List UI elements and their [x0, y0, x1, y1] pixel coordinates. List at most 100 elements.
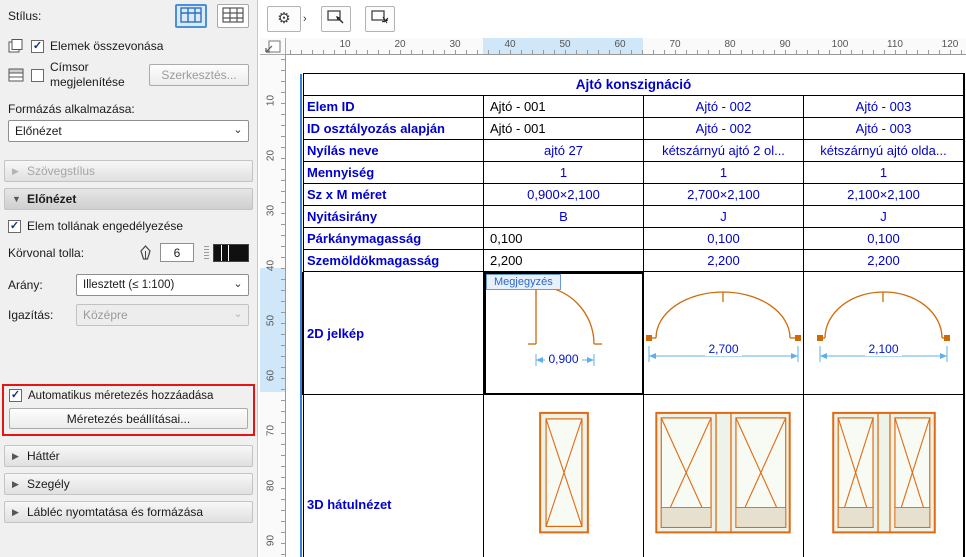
table-cell[interactable]: Ajtó - 003: [804, 96, 964, 118]
table-cell[interactable]: 1: [804, 162, 964, 184]
table-cell[interactable]: 2,100×2,100: [804, 184, 964, 206]
row-label[interactable]: Sz x M méret: [304, 184, 484, 206]
style-label: Stílus:: [8, 9, 42, 23]
table-cell[interactable]: Ajtó - 002: [644, 118, 804, 140]
door3-2d-symbol-drawing: [817, 291, 950, 362]
table-cell[interactable]: 2,200: [804, 250, 964, 272]
ruler-tick-label: 40: [504, 39, 516, 50]
table-cell[interactable]: Ajtó - 003: [804, 118, 964, 140]
ruler-tick-label: 40: [265, 259, 277, 272]
row-label[interactable]: Párkánymagasság: [304, 228, 484, 250]
section-background[interactable]: Háttér: [4, 445, 253, 467]
table-cell[interactable]: Ajtó - 002: [644, 96, 804, 118]
row-label-3d[interactable]: 3D hátulnézet: [304, 395, 484, 557]
section-footer-label: Lábléc nyomtatása és formázása: [27, 505, 204, 519]
pen-pattern-swatch[interactable]: [213, 243, 249, 262]
inject-parameters-icon: [371, 9, 389, 28]
formatting-row: Előnézet: [8, 120, 249, 142]
section-footer[interactable]: Lábléc nyomtatása és formázása: [4, 501, 253, 523]
door-schedule-table: Ajtó konszignáció Elem ID Ajtó - 001 Ajt…: [300, 73, 965, 557]
backview-cell-door1[interactable]: [484, 395, 644, 557]
edit-title-button[interactable]: Szerkesztés...: [149, 64, 249, 86]
pen-nib-icon: [139, 244, 157, 261]
row-label[interactable]: ID osztályozás alapján: [304, 118, 484, 140]
backview-cell-door3[interactable]: [804, 395, 964, 557]
outline-pen-value: 6: [173, 245, 181, 260]
symbol-cell-door3[interactable]: 2,100: [804, 272, 964, 395]
formatting-dropdown-value: Előnézet: [15, 124, 62, 138]
section-border[interactable]: Szegély: [4, 473, 253, 495]
note-badge: Megjegyzés: [486, 274, 561, 290]
header-rows-icon: [8, 67, 26, 83]
section-textstyle-label: Szövegstílus: [27, 164, 96, 178]
row-label[interactable]: Nyitásirány: [304, 206, 484, 228]
auto-dimension-checkbox[interactable]: [9, 389, 22, 402]
horizontal-ruler[interactable]: 10 20 30 40 50 60 70 80 90 100 110 120: [286, 38, 966, 55]
backview-cell-door2[interactable]: [644, 395, 804, 557]
pickup-parameters-button[interactable]: [320, 5, 351, 32]
row-label-2d[interactable]: 2D jelkép: [304, 272, 484, 395]
dimension-settings-button[interactable]: Méretezés beállításai...: [9, 408, 248, 429]
pen-enable-checkbox[interactable]: [8, 219, 21, 233]
formatting-dropdown[interactable]: Előnézet: [8, 120, 249, 142]
section-preview[interactable]: Előnézet: [4, 188, 253, 210]
style-grid-option-selected[interactable]: [175, 4, 207, 28]
ruler-tick-label: 10: [265, 94, 277, 107]
table-cell[interactable]: kétszárnyú ajtó olda...: [804, 140, 964, 162]
scale-dropdown[interactable]: Illesztett (≤ 1:100): [76, 274, 249, 296]
table-cell[interactable]: 1: [484, 162, 644, 184]
table-cell[interactable]: J: [804, 206, 964, 228]
show-title-checkbox[interactable]: [31, 68, 44, 82]
chevron-down-icon: [12, 194, 21, 204]
chevron-right-icon: [12, 479, 21, 490]
row-label[interactable]: Elem ID: [304, 96, 484, 118]
symbol-cell-door2[interactable]: 2,700: [644, 272, 804, 395]
table-cell[interactable]: B: [484, 206, 644, 228]
table-cell[interactable]: Ajtó - 001: [484, 96, 644, 118]
vertical-ruler[interactable]: 10 20 30 40 50 60 70 80 90: [260, 55, 286, 557]
ruler-tick-label: 80: [265, 479, 277, 492]
symbol-cell-door1-selected[interactable]: Megjegyzés 0,900: [484, 272, 644, 395]
table-cell[interactable]: 0,100: [804, 228, 964, 250]
section-background-label: Háttér: [27, 449, 60, 463]
align-dropdown[interactable]: Középre: [76, 304, 249, 326]
merge-elements-icon: [8, 38, 26, 54]
merge-elements-checkbox[interactable]: [31, 39, 44, 53]
auto-dimension-highlight-box: Automatikus méretezés hozzáadása Méretez…: [2, 384, 255, 436]
table-cell[interactable]: J: [644, 206, 804, 228]
ruler-tick-label: 70: [265, 424, 277, 437]
scale-label: Arány:: [8, 278, 43, 292]
table-cell[interactable]: Ajtó - 001: [484, 118, 644, 140]
table-cell[interactable]: 2,200: [644, 250, 804, 272]
ruler-tick-label: 80: [724, 39, 736, 50]
table-cell[interactable]: 0,100: [484, 228, 644, 250]
table-cell[interactable]: 0,100: [644, 228, 804, 250]
merge-elements-label: Elemek összevonása: [50, 39, 164, 53]
ruler-tick-label: 90: [265, 534, 277, 547]
door2-2d-symbol-drawing: [646, 291, 801, 362]
section-textstyle[interactable]: Szövegstílus: [4, 160, 253, 182]
section-border-label: Szegély: [27, 477, 70, 491]
row-label[interactable]: Mennyiség: [304, 162, 484, 184]
table-title[interactable]: Ajtó konszignáció: [304, 74, 964, 96]
schedule-sheet: Ajtó konszignáció Elem ID Ajtó - 001 Ajt…: [286, 55, 966, 557]
row-label[interactable]: Szemöldökmagasság: [304, 250, 484, 272]
inject-parameters-button[interactable]: [364, 5, 395, 32]
table-cell[interactable]: 0,900×2,100: [484, 184, 644, 206]
ruler-tick-label: 100: [831, 39, 849, 50]
align-label: Igazítás:: [8, 308, 54, 322]
chevron-down-icon: [231, 308, 245, 322]
table-cell[interactable]: ajtó 27: [484, 140, 644, 162]
style-grid-option-alt[interactable]: [217, 4, 249, 28]
table-cell[interactable]: kétszárnyú ajtó 2 ol...: [644, 140, 804, 162]
ruler-tick-label: 70: [669, 39, 681, 50]
table-cell[interactable]: 2,200: [484, 250, 644, 272]
pen-enable-label: Elem tollának engedélyezése: [27, 219, 184, 233]
outline-pen-value-field[interactable]: 6: [160, 243, 194, 262]
table-cell[interactable]: 2,700×2,100: [644, 184, 804, 206]
ruler-origin-icon[interactable]: [260, 38, 286, 55]
style-row: Stílus:: [8, 4, 249, 28]
row-label[interactable]: Nyílás neve: [304, 140, 484, 162]
table-cell[interactable]: 1: [644, 162, 804, 184]
scheme-settings-button[interactable]: ⚙: [267, 5, 301, 32]
